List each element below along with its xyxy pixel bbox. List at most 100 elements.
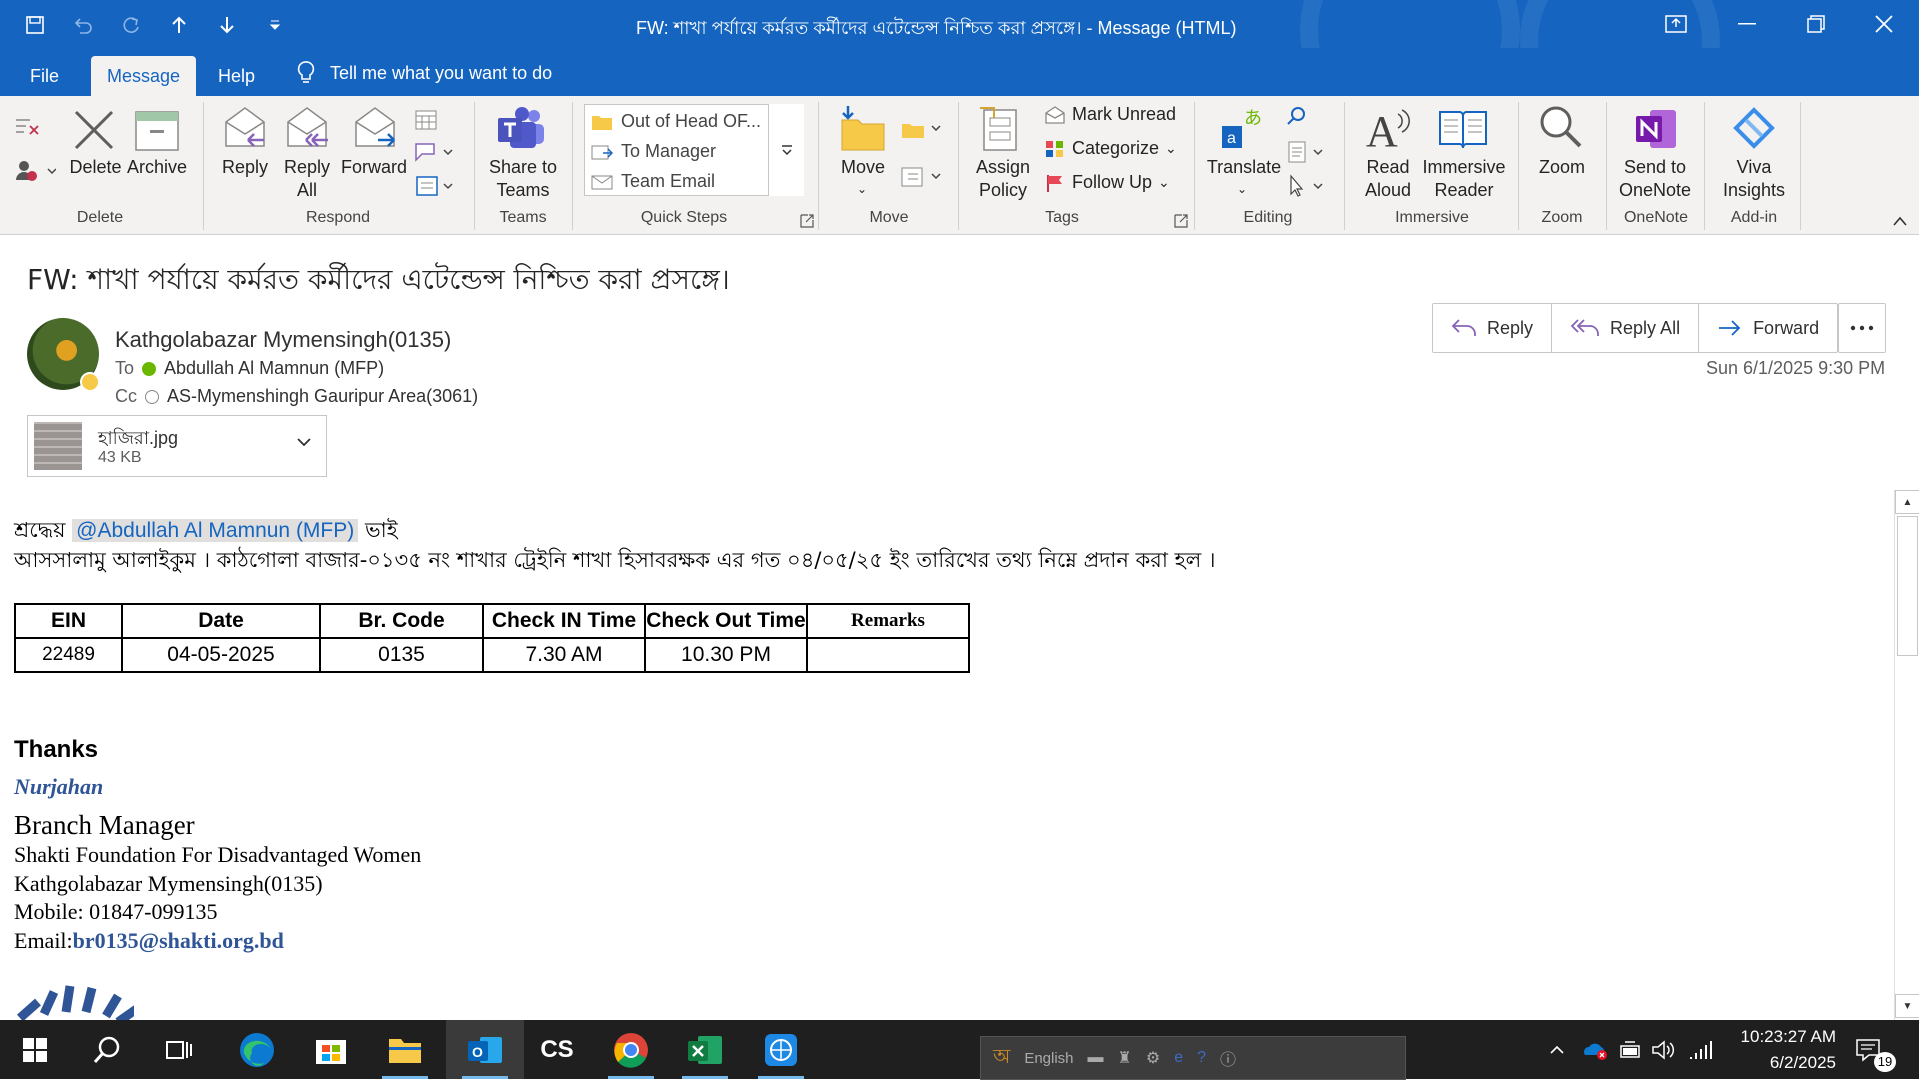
redo-icon[interactable] [116, 10, 146, 40]
read-aloud-icon[interactable]: A [1364, 104, 1410, 157]
archive-button[interactable]: Archive [126, 156, 188, 179]
tab-message[interactable]: Message [91, 56, 196, 96]
taskbar-clock[interactable]: 10:23:27 AM 6/2/2025 [1716, 1024, 1836, 1076]
collapse-ribbon-icon[interactable] [1892, 214, 1908, 232]
quick-steps-dialog-launcher-icon[interactable] [800, 214, 814, 233]
to-recipient[interactable]: Abdullah Al Mamnun (MFP) [164, 358, 384, 379]
table-header-check-in: Check IN Time [482, 603, 646, 639]
quick-step-item[interactable]: To Manager [591, 141, 716, 162]
outlook-taskbar-icon[interactable]: O [446, 1020, 524, 1079]
immersive-reader-button[interactable]: Immersive Reader [1416, 156, 1512, 202]
find-icon[interactable] [1286, 106, 1308, 133]
follow-up-button[interactable]: Follow Up ⌄ [1044, 172, 1170, 193]
viva-insights-button[interactable]: Viva Insights [1716, 156, 1792, 202]
reply-all-icon[interactable] [284, 106, 330, 159]
scrollbar-thumb[interactable] [1897, 516, 1918, 656]
undo-icon[interactable] [68, 10, 98, 40]
send-to-onenote-button[interactable]: Send to OneNote [1612, 156, 1698, 202]
reply-icon[interactable] [222, 106, 268, 159]
assign-policy-icon[interactable] [978, 104, 1022, 159]
delete-button[interactable]: Delete [68, 156, 123, 179]
excel-taskbar-icon[interactable] [670, 1020, 740, 1079]
up-arrow-icon[interactable] [164, 10, 194, 40]
teams-icon[interactable] [496, 106, 546, 159]
onenote-icon[interactable] [1634, 106, 1678, 157]
forward-action-button[interactable]: Forward [1699, 304, 1837, 352]
chevron-down-icon: ⌄ [1165, 140, 1177, 156]
ribbon-display-options-button[interactable] [1642, 0, 1710, 48]
tab-help[interactable]: Help [204, 56, 269, 96]
sender-name[interactable]: Kathgolabazar Mymensingh(0135) [115, 327, 451, 353]
rules-icon[interactable] [900, 116, 942, 145]
assign-policy-button[interactable]: Assign Policy [968, 156, 1038, 202]
quick-steps-more-button[interactable] [768, 104, 804, 196]
task-view-button[interactable] [144, 1020, 214, 1079]
cc-recipient[interactable]: AS-Mymenshingh Gauripur Area(3061) [167, 386, 478, 407]
translate-dropdown-icon[interactable]: ⌄ [1232, 178, 1252, 201]
start-button[interactable] [0, 1020, 70, 1079]
app-taskbar-icon[interactable] [746, 1020, 816, 1079]
restore-button[interactable] [1782, 0, 1850, 48]
move-dropdown-icon[interactable]: ⌄ [852, 178, 872, 201]
delete-icon[interactable] [72, 108, 116, 157]
vertical-scrollbar[interactable]: ▲ ▼ [1894, 490, 1919, 1020]
translate-button[interactable]: Translate [1204, 156, 1284, 179]
move-button[interactable]: Move [832, 156, 894, 179]
translate-icon[interactable]: aあ [1220, 106, 1264, 157]
chevron-down-icon[interactable] [296, 434, 312, 452]
minimize-button[interactable] [1713, 0, 1781, 48]
immersive-reader-icon[interactable] [1438, 106, 1488, 157]
customize-qat-icon[interactable] [260, 10, 290, 40]
chrome-taskbar-icon[interactable] [596, 1020, 666, 1079]
reply-all-button[interactable]: Reply All [282, 156, 332, 202]
edge-taskbar-icon[interactable] [222, 1020, 292, 1079]
save-icon[interactable] [20, 10, 50, 40]
ignore-icon[interactable] [14, 116, 42, 143]
file-explorer-taskbar-icon[interactable] [370, 1020, 440, 1079]
forward-action-label: Forward [1753, 317, 1820, 338]
language-bar[interactable]: অ English ▬ ♜ ⚙ e ? ⓘ [980, 1036, 1406, 1080]
signature-email-link[interactable]: br0135@shakti.org.bd [73, 928, 284, 953]
share-to-teams-button[interactable]: Share to Teams [484, 156, 562, 202]
im-icon[interactable] [414, 140, 454, 169]
tab-file[interactable]: File [16, 56, 73, 96]
reply-action-button[interactable]: Reply [1433, 304, 1553, 352]
zoom-icon[interactable] [1538, 104, 1584, 157]
forward-button[interactable]: Forward [338, 156, 410, 179]
battery-icon[interactable] [1614, 1020, 1646, 1079]
forward-icon[interactable] [352, 106, 398, 159]
archive-icon[interactable] [134, 110, 180, 157]
scroll-down-arrow[interactable]: ▼ [1895, 994, 1919, 1018]
more-actions-button[interactable] [1838, 303, 1886, 353]
quick-step-item[interactable]: Out of Head OF... [591, 111, 761, 132]
tags-dialog-launcher-icon[interactable] [1174, 214, 1188, 233]
show-hidden-icons-button[interactable] [1542, 1020, 1572, 1079]
scroll-up-arrow[interactable]: ▲ [1895, 490, 1919, 514]
down-arrow-icon[interactable] [212, 10, 242, 40]
more-respond-icon[interactable] [414, 174, 454, 203]
close-button[interactable] [1850, 0, 1918, 48]
actions-icon[interactable] [900, 164, 942, 193]
reply-all-action-button[interactable]: Reply All [1552, 304, 1700, 352]
volume-icon[interactable] [1648, 1020, 1680, 1079]
search-button[interactable] [72, 1020, 142, 1079]
reply-button[interactable]: Reply [218, 156, 272, 179]
categorize-button[interactable]: Categorize ⌄ [1044, 138, 1177, 159]
meeting-icon[interactable] [414, 108, 440, 137]
mention-link[interactable]: @Abdullah Al Mamnun (MFP) [72, 519, 359, 542]
attachment-card[interactable]: হাজিরা.jpg 43 KB [27, 415, 327, 477]
zoom-button[interactable]: Zoom [1530, 156, 1594, 179]
cleanup-icon[interactable] [14, 158, 57, 189]
quick-step-item[interactable]: Team Email [591, 171, 715, 192]
onedrive-icon[interactable] [1578, 1020, 1612, 1079]
viva-insights-icon[interactable] [1730, 104, 1778, 157]
cs-taskbar-icon[interactable]: CS [522, 1020, 592, 1079]
tell-me-search[interactable]: Tell me what you want to do [296, 60, 552, 86]
mark-unread-button[interactable]: Mark Unread [1044, 104, 1176, 125]
network-icon[interactable] [1684, 1020, 1716, 1079]
store-taskbar-icon[interactable] [296, 1020, 366, 1079]
related-icon[interactable] [1286, 140, 1326, 169]
select-icon[interactable] [1286, 174, 1326, 203]
move-folder-icon[interactable] [838, 104, 888, 159]
read-aloud-button[interactable]: Read Aloud [1358, 156, 1418, 202]
